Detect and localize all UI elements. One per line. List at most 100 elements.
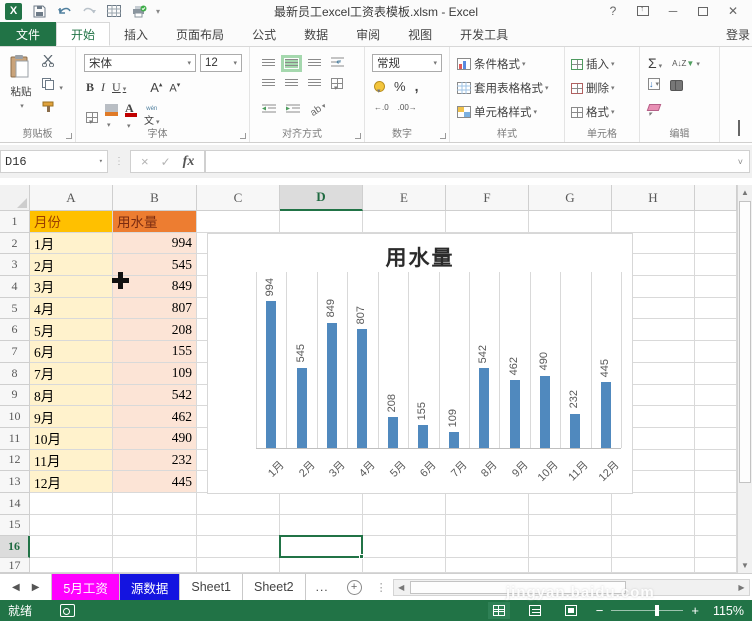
align-bottom-button[interactable] [308,58,321,68]
comma-style-button[interactable]: , [415,78,419,94]
selected-cell-D16[interactable] [279,535,364,559]
normal-view-button[interactable] [487,602,510,619]
row-header-14[interactable]: 14 [0,492,30,515]
cell-H17[interactable] [612,558,695,573]
autosum-button[interactable]: Σ [648,55,662,71]
cell-D17[interactable] [280,558,363,573]
sheet-nav-left-icon[interactable]: ◀ [0,582,32,593]
bar-5月[interactable] [387,417,398,448]
close-button[interactable]: ✕ [720,2,746,20]
bar-6月[interactable] [418,425,429,448]
cell-B17[interactable] [113,558,197,573]
insert-cells-button[interactable]: 插入 [571,56,615,72]
cell-partial-3[interactable] [695,254,737,277]
cell-A4[interactable]: 3月 [30,276,113,298]
cell-G1[interactable] [529,211,612,233]
bar-4月[interactable] [357,328,368,448]
scroll-down-icon[interactable]: ▼ [738,558,752,573]
cell-partial-12[interactable] [695,449,737,472]
cell-A16[interactable] [30,536,113,558]
cell-E14[interactable] [363,492,446,515]
cell-D14[interactable] [280,492,363,515]
undo-icon[interactable] [56,3,72,19]
cell-G17[interactable] [529,558,612,573]
zoom-out-button[interactable]: − [596,603,604,618]
cell-A11[interactable]: 10月 [30,427,113,450]
increase-decimal-button[interactable]: ←.0 [374,103,389,112]
cell-E17[interactable] [363,558,446,573]
italic-button[interactable]: I [101,80,105,95]
ribbon-tab-开始[interactable]: 开始 [56,22,111,46]
ribbon-tab-审阅[interactable]: 审阅 [342,22,394,46]
macro-record-icon[interactable] [60,604,76,617]
bar-11月[interactable] [570,413,581,448]
scroll-up-icon[interactable]: ▲ [738,185,752,200]
cell-partial-17[interactable] [695,558,737,573]
decrease-decimal-button[interactable]: .00→ [398,103,417,112]
row-header-15[interactable]: 15 [0,514,30,537]
sheet-tabs-overflow[interactable]: ... [306,580,339,594]
zoom-slider[interactable] [611,605,684,616]
vertical-scrollbar[interactable]: ▲ ▼ [737,185,752,573]
cell-styles-button[interactable]: 单元格样式 [457,104,537,120]
wrap-text-button[interactable] [331,56,344,70]
row-header-13[interactable]: 13 [0,471,30,493]
row-header-3[interactable]: 3 [0,254,30,277]
enter-icon[interactable]: ✓ [161,155,171,169]
cell-H14[interactable] [612,492,695,515]
fill-button[interactable]: ↓ [648,78,660,90]
sheet-nav-right-icon[interactable]: ▶ [32,582,52,593]
sort-filter-button[interactable]: A↓Z▼ [672,59,700,68]
row-header-8[interactable]: 8 [0,362,30,385]
cell-partial-7[interactable] [695,341,737,363]
bar-10月[interactable] [539,375,550,448]
row-header-17[interactable]: 17 [0,558,30,573]
cell-D1[interactable] [280,211,363,233]
row-header-12[interactable]: 12 [0,449,30,472]
cell-B9[interactable]: 542 [113,384,197,407]
row-header-7[interactable]: 7 [0,341,30,363]
row-header-1[interactable]: 1 [0,211,30,233]
cell-A17[interactable] [30,558,113,573]
sheet-tab-5月工资[interactable]: 5月工资 [51,574,120,600]
underline-button[interactable]: U [112,80,126,95]
decrease-indent-button[interactable] [262,102,276,116]
align-right-button[interactable] [308,79,321,88]
table-view-icon[interactable] [106,3,122,19]
collapse-ribbon-button[interactable] [738,120,740,136]
row-header-9[interactable]: 9 [0,384,30,407]
cell-B12[interactable]: 232 [113,449,197,472]
column-header-B[interactable]: B [113,185,197,211]
cancel-icon[interactable]: × [141,154,149,169]
zoom-slider-knob[interactable] [655,605,660,616]
cell-E15[interactable] [363,514,446,537]
column-header-G[interactable]: G [529,185,612,211]
chart-title[interactable]: 用水量 [208,242,632,272]
cell-A5[interactable]: 4月 [30,297,113,320]
cell-B11[interactable]: 490 [113,427,197,450]
format-painter-icon[interactable] [42,101,63,116]
cell-G15[interactable] [529,514,612,537]
cell-partial-2[interactable] [695,232,737,255]
cell-partial-8[interactable] [695,362,737,385]
find-select-button[interactable] [670,79,683,91]
column-header-partial[interactable] [695,185,737,211]
ribbon-tab-页面布局[interactable]: 页面布局 [162,22,238,46]
shrink-font-button[interactable]: A▾ [169,81,180,95]
bar-1月[interactable] [266,301,277,448]
row-header-2[interactable]: 2 [0,232,30,255]
cell-B5[interactable]: 807 [113,297,197,320]
borders-button[interactable] [86,111,98,123]
ribbon-tab-视图[interactable]: 视图 [394,22,446,46]
bar-7月[interactable] [448,431,459,448]
cell-F17[interactable] [446,558,529,573]
sheet-tab-Sheet1[interactable]: Sheet1 [180,574,243,600]
cell-E1[interactable] [363,211,446,233]
cell-partial-6[interactable] [695,319,737,342]
cell-G14[interactable] [529,492,612,515]
column-header-D[interactable]: D [280,185,363,211]
insert-function-icon[interactable]: fx [183,154,195,170]
cell-F14[interactable] [446,492,529,515]
cell-B6[interactable]: 208 [113,319,197,342]
save-icon[interactable] [31,3,47,19]
